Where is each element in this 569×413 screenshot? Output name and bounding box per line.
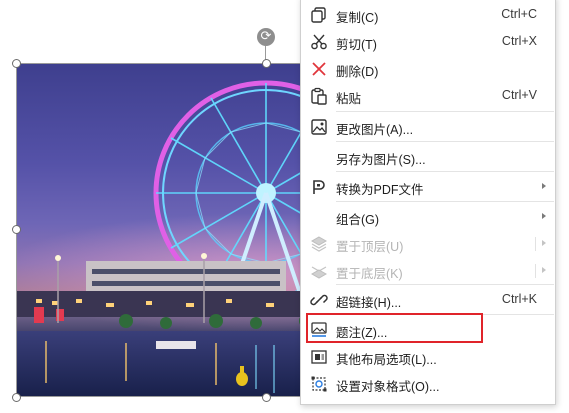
menu-item-bring-to-front: 置于顶层(U) xyxy=(301,231,555,257)
menu-item-copy[interactable]: 复制(C) Ctrl+C xyxy=(301,2,555,28)
menu-item-paste[interactable]: 粘贴 Ctrl+V xyxy=(301,83,555,109)
menu-item-label: 超链接(H)... xyxy=(336,296,402,310)
resize-handle-left[interactable] xyxy=(12,225,21,234)
format-object-icon xyxy=(311,376,327,392)
menu-item-shortcut: Ctrl+C xyxy=(501,7,537,21)
delete-icon xyxy=(312,62,326,76)
menu-item-label: 粘贴 xyxy=(336,92,362,106)
menu-item-label: 转换为PDF文件 xyxy=(336,183,424,197)
menu-item-label: 复制(C) xyxy=(336,11,379,25)
paste-icon xyxy=(311,87,327,105)
submenu-divider xyxy=(535,264,536,278)
menu-separator xyxy=(336,201,554,202)
hyperlink-icon xyxy=(310,294,328,306)
menu-item-save-as-picture[interactable]: 另存为图片(S)... xyxy=(301,144,555,170)
menu-separator xyxy=(336,141,554,142)
menu-item-change-picture[interactable]: 更改图片(A)... xyxy=(301,114,555,140)
bring-to-front-icon xyxy=(310,236,328,252)
menu-item-label: 置于顶层(U) xyxy=(336,240,404,254)
menu-item-label: 置于底层(K) xyxy=(336,267,403,281)
menu-item-delete[interactable]: 删除(D) xyxy=(301,56,555,82)
send-to-back-icon xyxy=(310,266,328,279)
convert-pdf-icon xyxy=(313,180,325,194)
menu-item-label: 设置对象格式(O)... xyxy=(336,380,440,394)
submenu-arrow-icon xyxy=(542,267,546,273)
menu-item-cut[interactable]: 剪切(T) Ctrl+X xyxy=(301,29,555,55)
menu-separator xyxy=(336,111,554,112)
menu-separator xyxy=(336,284,554,285)
menu-item-layout-options[interactable]: 其他布局选项(L)... xyxy=(301,344,555,370)
copy-icon xyxy=(311,7,326,23)
context-menu: 复制(C) Ctrl+C 剪切(T) Ctrl+X 删除(D) 粘贴 Ctrl+… xyxy=(300,0,556,405)
change-picture-icon xyxy=(311,119,327,135)
menu-item-hyperlink[interactable]: 超链接(H)... Ctrl+K xyxy=(301,287,555,313)
menu-item-group[interactable]: 组合(G) xyxy=(301,204,555,230)
submenu-arrow-icon xyxy=(542,240,546,246)
resize-handle-top[interactable] xyxy=(262,59,271,68)
submenu-arrow-icon xyxy=(542,183,546,189)
menu-item-send-to-back: 置于底层(K) xyxy=(301,258,555,284)
menu-item-label: 剪切(T) xyxy=(336,38,377,52)
resize-handle-bottom[interactable] xyxy=(262,393,271,402)
cut-icon xyxy=(311,34,327,50)
menu-item-convert-pdf[interactable]: 转换为PDF文件 xyxy=(301,174,555,200)
resize-handle-bottom-left[interactable] xyxy=(12,393,21,402)
resize-handle-top-left[interactable] xyxy=(12,59,21,68)
submenu-arrow-icon xyxy=(542,213,546,219)
menu-item-label: 其他布局选项(L)... xyxy=(336,353,437,367)
menu-item-shortcut: Ctrl+K xyxy=(501,292,537,306)
caption-highlight-box xyxy=(306,313,483,343)
submenu-divider xyxy=(535,237,536,251)
menu-item-shortcut: Ctrl+V xyxy=(501,88,537,102)
menu-separator xyxy=(336,171,554,172)
menu-item-shortcut: Ctrl+X xyxy=(501,34,537,48)
menu-item-format-object[interactable]: 设置对象格式(O)... xyxy=(301,371,555,397)
menu-item-label: 删除(D) xyxy=(336,65,379,79)
layout-options-icon xyxy=(311,350,327,364)
rotate-stem xyxy=(265,46,266,60)
menu-item-label: 更改图片(A)... xyxy=(336,123,414,137)
menu-item-label: 组合(G) xyxy=(336,213,380,227)
menu-item-label: 另存为图片(S)... xyxy=(336,153,426,167)
rotate-icon[interactable]: ⟳ xyxy=(257,28,275,46)
